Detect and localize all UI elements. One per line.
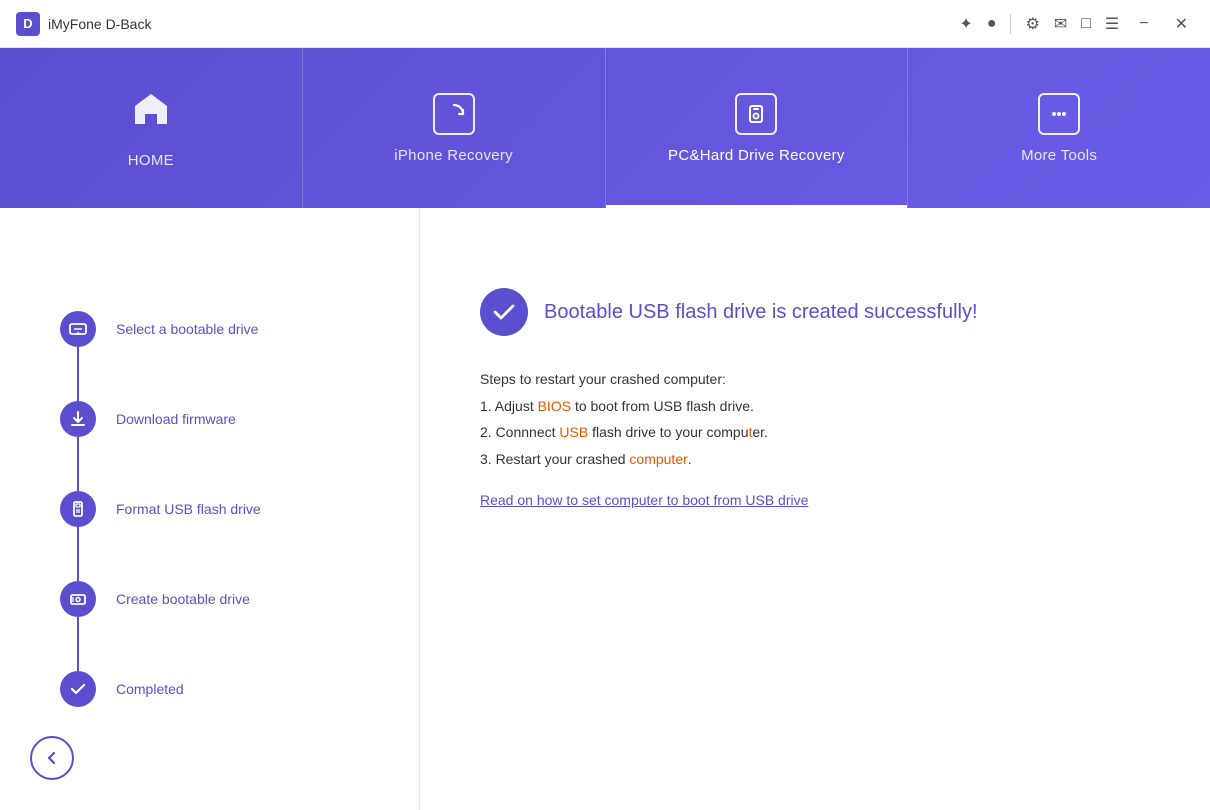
usb-highlight: USB (559, 424, 588, 440)
title-right: ✦ ● ⚙ ✉ □ ☰ − ✕ (959, 12, 1194, 36)
nav-item-iphone-recovery[interactable]: iPhone Recovery (303, 48, 606, 208)
settings-icon[interactable]: ⚙ (1025, 14, 1039, 34)
step3: 3. Restart your crashed computer. (480, 451, 692, 467)
step-circle-4 (60, 581, 96, 617)
more-tools-icon (1038, 93, 1080, 135)
pc-hard-drive-icon (735, 93, 777, 135)
step-circle-1 (60, 311, 96, 347)
step-circle-2 (60, 401, 96, 437)
title-bar: D iMyFone D-Back ✦ ● ⚙ ✉ □ ☰ − ✕ (0, 0, 1210, 48)
app-title: iMyFone D-Back (48, 16, 151, 32)
step-select-drive: Select a bootable drive (60, 311, 359, 347)
success-icon (480, 288, 528, 336)
nav-item-pc-hard-drive[interactable]: PC&Hard Drive Recovery (606, 48, 909, 208)
iphone-recovery-label: iPhone Recovery (394, 147, 513, 164)
step-circle-3 (60, 491, 96, 527)
app-logo: D (16, 12, 40, 36)
success-header: Bootable USB flash drive is created succ… (480, 288, 1150, 336)
success-title: Bootable USB flash drive is created succ… (544, 301, 978, 324)
step-label-5: Completed (116, 681, 184, 697)
back-button[interactable] (30, 736, 74, 780)
bios-highlight: BIOS (538, 398, 571, 414)
nav-item-home[interactable]: HOME (0, 48, 303, 208)
connector-4 (77, 617, 79, 671)
step1: 1. Adjust BIOS to boot from USB flash dr… (480, 398, 754, 414)
computer-highlight: computer (629, 451, 687, 467)
step-create-bootable: Create bootable drive (60, 581, 359, 617)
share-icon[interactable]: ✦ (959, 14, 972, 34)
main-content: Select a bootable drive Download firmwar… (0, 208, 1210, 810)
usb-boot-link[interactable]: Read on how to set computer to boot from… (480, 492, 1150, 508)
pc-hard-drive-label: PC&Hard Drive Recovery (668, 147, 845, 164)
nav-item-more-tools[interactable]: More Tools (908, 48, 1210, 208)
step-label-2: Download firmware (116, 411, 236, 427)
connector-2 (77, 437, 79, 491)
chat-icon[interactable]: □ (1081, 15, 1091, 33)
connector-3 (77, 527, 79, 581)
sidebar: Select a bootable drive Download firmwar… (0, 208, 420, 810)
step-format-usb: Format USB flash drive (60, 491, 359, 527)
home-icon (130, 88, 172, 140)
right-content: Bootable USB flash drive is created succ… (420, 208, 1210, 810)
steps-instructions: Steps to restart your crashed computer: … (480, 366, 1150, 472)
steps-intro: Steps to restart your crashed computer: (480, 371, 726, 387)
step-circle-5 (60, 671, 96, 707)
iphone-recovery-icon (433, 93, 475, 135)
title-left: D iMyFone D-Back (16, 12, 151, 36)
menu-icon[interactable]: ☰ (1105, 14, 1119, 34)
mail-icon[interactable]: ✉ (1054, 14, 1067, 34)
step-download-firmware: Download firmware (60, 401, 359, 437)
step-label-3: Format USB flash drive (116, 501, 261, 517)
connector-1 (77, 347, 79, 401)
minimize-button[interactable]: − (1133, 13, 1154, 35)
divider (1010, 14, 1011, 34)
nav-bar: HOME iPhone Recovery PC&Hard Driv (0, 48, 1210, 208)
close-button[interactable]: ✕ (1169, 12, 1194, 36)
step-completed: Completed (60, 671, 359, 707)
step2: 2. Connnect USB flash drive to your comp… (480, 424, 768, 440)
step-label-1: Select a bootable drive (116, 321, 258, 337)
more-tools-label: More Tools (1021, 147, 1097, 164)
step-label-4: Create bootable drive (116, 591, 250, 607)
steps-container: Select a bootable drive Download firmwar… (60, 311, 359, 707)
home-label: HOME (128, 152, 174, 169)
user-icon[interactable]: ● (987, 15, 997, 33)
